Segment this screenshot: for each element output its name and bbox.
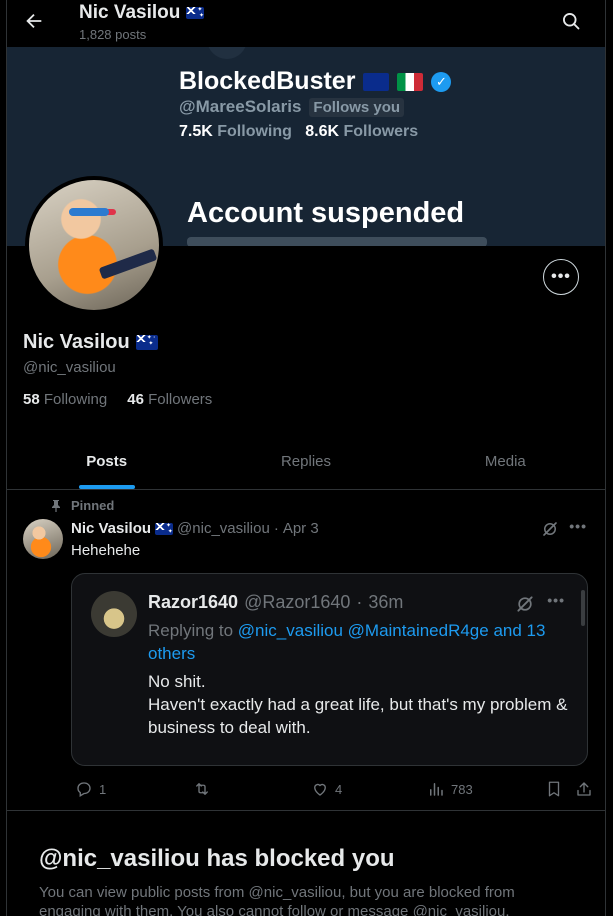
profile-avatar[interactable]	[25, 176, 163, 314]
posts-count: 1,828 posts	[79, 27, 147, 42]
quoted-time: 36m	[368, 592, 404, 612]
tab-media[interactable]: Media	[406, 440, 605, 489]
banner-handle-row: @MareeSolaris Follows you	[179, 97, 405, 117]
section-divider	[7, 810, 605, 811]
quoted-replying-to: Replying to @nic_vasiliou @MaintainedR4g…	[148, 619, 568, 665]
pin-icon	[52, 499, 60, 512]
banner-followers-count: 8.6K	[305, 123, 340, 140]
reply-icon	[77, 782, 91, 797]
tab-media-label: Media	[484, 453, 526, 470]
post-actions: 1 4 783	[71, 778, 593, 800]
pinned-label: Pinned	[71, 498, 115, 513]
banner-followers-label: Followers	[343, 123, 419, 140]
follows-you-badge: Follows you	[309, 97, 405, 117]
more-horizontal-icon: •••	[551, 268, 571, 285]
post-author-name[interactable]: Nic Vasilou	[71, 520, 151, 537]
avatar-detail	[98, 248, 158, 280]
repost-button[interactable]	[193, 780, 217, 798]
australia-flag-icon	[155, 522, 174, 535]
quoted-author-handle: @Razor1640	[244, 592, 351, 612]
australia-flag-icon	[363, 72, 390, 91]
quoted-image[interactable]: Razor1640 @Razor1640 · 36m ••• Replying …	[71, 573, 588, 766]
australia-flag-icon	[135, 335, 158, 350]
banner-name: BlockedBuster ✓	[179, 67, 452, 96]
heart-icon	[314, 783, 326, 796]
quoted-author-avatar	[91, 591, 137, 637]
like-button[interactable]: 4	[311, 780, 342, 798]
tab-posts-label: Posts	[86, 453, 128, 470]
profile-tabs: Posts Replies Media	[7, 440, 605, 490]
following-label: Following	[43, 391, 108, 408]
quoted-line-1: No shit.	[148, 672, 206, 691]
profile-handle: @nic_vasiliou	[23, 359, 116, 376]
australia-flag-icon	[186, 7, 205, 19]
tab-posts[interactable]: Posts	[7, 440, 206, 489]
more-horizontal-icon[interactable]: •••	[569, 518, 587, 534]
banner-following-count: 7.5K	[179, 123, 213, 140]
repost-icon	[196, 783, 208, 795]
banner-following-label: Following	[217, 123, 292, 140]
banner-stats: 7.5K Following 8.6K Followers	[179, 123, 418, 141]
post-text: Hehehehe	[71, 542, 141, 559]
followers-count: 46	[127, 391, 144, 408]
views-icon	[430, 783, 443, 796]
active-tab-indicator	[78, 485, 135, 489]
quoted-header: Razor1640 @Razor1640 · 36m	[148, 592, 403, 613]
tab-replies-label: Replies	[280, 453, 331, 470]
bookmark-icon[interactable]	[545, 780, 563, 798]
quoted-separator: ·	[356, 592, 363, 612]
profile-stats: 58 Following 46 Followers	[23, 391, 212, 408]
quoted-line-2: Haven't exactly had a great life, but th…	[148, 695, 568, 737]
banner-suspended-text: Account suspended	[187, 197, 465, 229]
banner-avatar-fragment	[207, 47, 247, 59]
profile-name-text: Nic Vasilou	[23, 331, 130, 353]
post-author-avatar[interactable]	[23, 519, 63, 559]
post-header: Nic Vasilou @nic_vasiliou · Apr 3	[71, 520, 319, 537]
profile-name: Nic Vasilou	[23, 331, 158, 354]
reply-button[interactable]: 1	[75, 780, 106, 798]
top-bar: Nic Vasilou 1,828 posts	[7, 0, 605, 47]
header-name: Nic Vasilou	[79, 2, 181, 23]
banner-cutoff-text	[187, 237, 487, 246]
banner-name-text: BlockedBuster	[179, 67, 356, 95]
following-link[interactable]: 58 Following	[23, 391, 107, 408]
following-count: 58	[23, 391, 40, 408]
more-options-button[interactable]: •••	[543, 259, 579, 295]
grok-icon	[517, 596, 533, 612]
share-icon[interactable]	[575, 780, 593, 798]
grok-icon[interactable]	[541, 520, 559, 538]
italy-flag-icon	[397, 72, 424, 91]
post-separator: ·	[273, 520, 279, 537]
reply-count: 1	[99, 781, 107, 797]
search-icon[interactable]	[561, 11, 581, 31]
like-count: 4	[335, 781, 343, 797]
more-horizontal-icon: •••	[547, 592, 565, 608]
profile-page: Nic Vasilou 1,828 posts BlockedBuster ✓ …	[6, 0, 606, 916]
quoted-author-name: Razor1640	[148, 592, 239, 612]
header-title: Nic Vasilou	[79, 2, 205, 24]
verified-badge-icon: ✓	[431, 71, 452, 92]
pinned-indicator: Pinned	[51, 498, 114, 513]
arrow-left-icon[interactable]	[23, 10, 45, 32]
followers-label: Followers	[148, 391, 213, 408]
views-count: 783	[451, 781, 473, 797]
quoted-body: No shit. Haven't exactly had a great lif…	[148, 670, 568, 739]
post-date[interactable]: Apr 3	[283, 520, 319, 537]
blocked-description: You can view public posts from @nic_vasi…	[39, 884, 515, 916]
blocked-title: @nic_vasiliou has blocked you	[39, 845, 395, 872]
quoted-scrollbar	[581, 590, 585, 626]
post-author-handle[interactable]: @nic_vasiliou	[177, 520, 270, 537]
followers-link[interactable]: 46 Followers	[127, 391, 212, 408]
tab-replies[interactable]: Replies	[206, 440, 405, 489]
replying-prefix: Replying to	[148, 621, 234, 640]
banner-handle: @MareeSolaris	[179, 97, 302, 116]
views-button[interactable]: 783	[427, 780, 473, 798]
